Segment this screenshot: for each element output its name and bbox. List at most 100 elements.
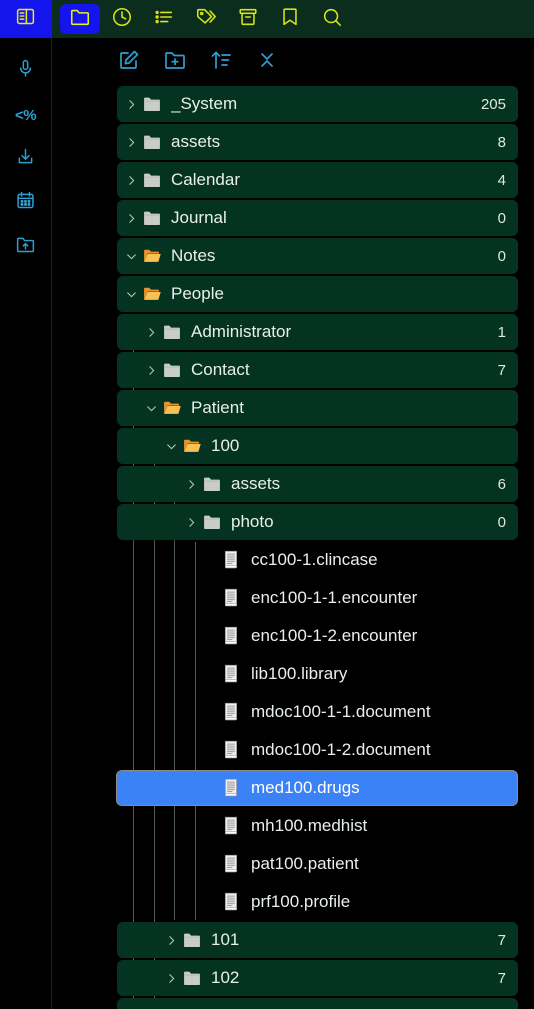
tree-item-label: pat100.patient	[251, 854, 359, 873]
file-tree[interactable]: _System 205 assets 8 Calendar 4 Journal 0 Notes 0…	[52, 86, 534, 1009]
tree-folder-row[interactable]: Calendar 4	[117, 162, 518, 198]
tree-folder-row[interactable]: assets 8	[117, 124, 518, 160]
tree-file-row[interactable]: mdoc100-1-1.document	[117, 694, 518, 730]
tree-folder-row[interactable]: assets 6	[117, 466, 518, 502]
chevron-right-icon[interactable]	[123, 210, 139, 226]
collapse-all-button[interactable]	[254, 49, 280, 75]
tree-item-label: cc100-1.clincase	[251, 550, 378, 569]
edit-square-icon	[117, 48, 141, 77]
tab-bar	[52, 0, 534, 38]
tree-item-label: prf100.profile	[251, 892, 351, 911]
folder-closed-icon	[201, 474, 223, 494]
tree-item-label: 102	[211, 968, 240, 987]
chevron-right-icon[interactable]	[143, 324, 159, 340]
tree-item-label: Administrator	[191, 322, 292, 341]
chevron-down-icon[interactable]	[163, 438, 179, 454]
tree-item-count: 0	[497, 513, 506, 531]
file-document-icon	[221, 626, 243, 646]
tree-item-count: 8	[497, 133, 506, 151]
chevron-right-icon[interactable]	[183, 476, 199, 492]
file-explorer-app: <% _System 205 assets 8 Calendar 4 Journal 0 Not…	[0, 0, 534, 1009]
folder-closed-icon	[161, 360, 183, 380]
tree-file-row[interactable]: prf100.profile	[117, 884, 518, 920]
archive-icon	[237, 6, 259, 33]
tab-recent[interactable]	[102, 4, 142, 34]
sort-button[interactable]	[208, 49, 234, 75]
chevron-down-icon[interactable]	[123, 286, 139, 302]
main-panel: _System 205 assets 8 Calendar 4 Journal 0 Notes 0…	[52, 0, 534, 1009]
chevron-right-icon[interactable]	[143, 362, 159, 378]
tree-item-label: Contact	[191, 360, 250, 379]
tree-item-label: 100	[211, 436, 240, 455]
tree-folder-row[interactable]: 100	[117, 428, 518, 464]
tree-folder-row[interactable]: Patient	[117, 390, 518, 426]
tab-search[interactable]	[312, 4, 352, 34]
tree-item-label: _System	[171, 94, 238, 113]
tree-folder-row[interactable]: 101 7	[117, 922, 518, 958]
template-icon[interactable]: <%	[0, 96, 52, 134]
tree-item-label: assets	[171, 132, 221, 151]
tree-file-row[interactable]: pat100.patient	[117, 846, 518, 882]
folder-plus-icon	[163, 48, 187, 77]
microphone-icon[interactable]	[0, 52, 52, 90]
folder-open-icon	[141, 284, 163, 304]
tree-file-row[interactable]: cc100-1.clincase	[117, 542, 518, 578]
file-document-icon	[221, 740, 243, 760]
file-document-icon	[221, 854, 243, 874]
tree-folder-row[interactable]: People	[117, 276, 518, 312]
tree-item-count: 6	[497, 475, 506, 493]
tree-file-row[interactable]: mdoc100-1-2.document	[117, 732, 518, 768]
tree-item-label: enc100-1-2.encounter	[251, 626, 418, 645]
new-folder-button[interactable]	[162, 49, 188, 75]
chevron-right-icon[interactable]	[123, 172, 139, 188]
tree-item-count: 7	[497, 361, 506, 379]
folder-closed-icon	[141, 94, 163, 114]
tree-folder-row[interactable]: Journal 0	[117, 200, 518, 236]
tree-item-label: People	[171, 284, 224, 303]
tab-outline[interactable]	[144, 4, 184, 34]
tab-bookmarks[interactable]	[270, 4, 310, 34]
tree-file-row[interactable]: med100.drugs	[116, 770, 518, 806]
chevron-right-icon[interactable]	[163, 970, 179, 986]
list-icon	[153, 6, 175, 33]
tree-item-label: Notes	[171, 246, 216, 265]
chevron-down-icon[interactable]	[143, 400, 159, 416]
toggle-sidebar-icon[interactable]	[0, 0, 52, 38]
chevron-right-icon[interactable]	[123, 134, 139, 150]
tags-icon	[195, 6, 217, 33]
activity-rail: <%	[0, 0, 52, 1009]
tree-item-count: 7	[497, 969, 506, 987]
bookmark-icon	[279, 6, 301, 33]
folder-closed-icon	[161, 322, 183, 342]
file-document-icon	[221, 664, 243, 684]
chevron-right-icon[interactable]	[163, 932, 179, 948]
tree-file-row[interactable]: enc100-1-2.encounter	[117, 618, 518, 654]
tree-folder-row[interactable]: Administrator 1	[117, 314, 518, 350]
tab-archive[interactable]	[228, 4, 268, 34]
tab-tags[interactable]	[186, 4, 226, 34]
folder-upload-icon[interactable]	[0, 228, 52, 266]
tab-files[interactable]	[60, 4, 100, 34]
tree-folder-row[interactable]: Notes 0	[117, 238, 518, 274]
tree-file-row[interactable]: enc100-1-1.encounter	[117, 580, 518, 616]
tree-folder-row[interactable]: 1036	[117, 998, 518, 1009]
chevron-down-icon[interactable]	[123, 248, 139, 264]
chevron-right-icon[interactable]	[123, 96, 139, 112]
calendar-icon[interactable]	[0, 184, 52, 222]
new-note-button[interactable]	[116, 49, 142, 75]
tree-file-row[interactable]: lib100.library	[117, 656, 518, 692]
tree-folder-row[interactable]: 102 7	[117, 960, 518, 996]
tree-file-row[interactable]: mh100.medhist	[117, 808, 518, 844]
tree-item-label: lib100.library	[251, 664, 348, 683]
chevron-right-icon[interactable]	[183, 514, 199, 530]
tree-folder-row[interactable]: photo 0	[117, 504, 518, 540]
tree-folder-row[interactable]: Contact 7	[117, 352, 518, 388]
tree-folder-row[interactable]: _System 205	[117, 86, 518, 122]
download-icon[interactable]	[0, 140, 52, 178]
folder-closed-icon	[141, 170, 163, 190]
